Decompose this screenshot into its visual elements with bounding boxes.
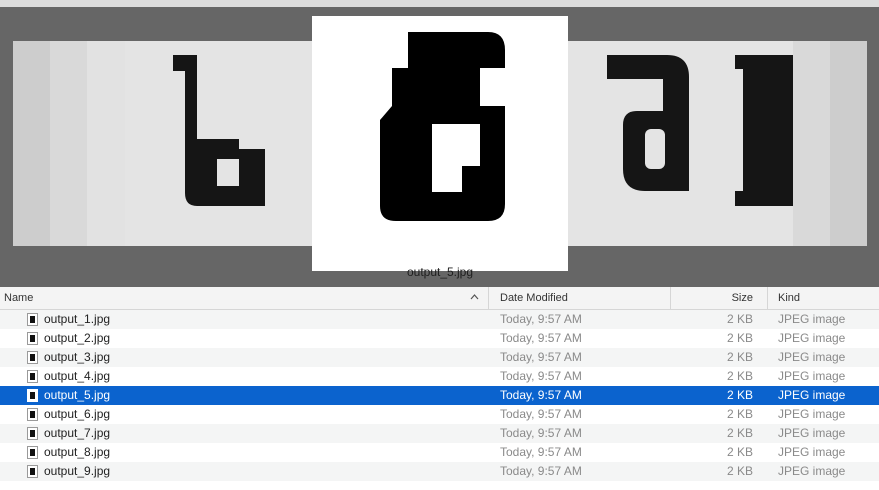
table-row[interactable]: output_6.jpg Today, 9:57 AM 2 KB JPEG im…	[0, 405, 879, 424]
file-kind: JPEG image	[778, 388, 846, 402]
table-row[interactable]: output_7.jpg Today, 9:57 AM 2 KB JPEG im…	[0, 424, 879, 443]
column-header-kind-label: Kind	[778, 292, 801, 304]
file-size: 2 KB	[726, 369, 753, 383]
file-kind: JPEG image	[778, 445, 846, 459]
finder-window: output_5.jpg Name Date Modified Size Kin…	[0, 0, 879, 490]
file-size: 2 KB	[726, 445, 753, 459]
file-date: Today, 9:57 AM	[500, 407, 582, 421]
file-kind: JPEG image	[778, 464, 846, 478]
file-date: Today, 9:57 AM	[500, 312, 582, 326]
column-header-date[interactable]: Date Modified	[488, 287, 670, 309]
jpeg-file-icon	[27, 313, 38, 326]
file-date: Today, 9:57 AM	[500, 464, 582, 478]
file-name: output_9.jpg	[44, 464, 111, 478]
file-size: 2 KB	[726, 331, 753, 345]
file-name: output_2.jpg	[44, 331, 111, 345]
selected-thumbnail[interactable]: output_5.jpg	[312, 16, 568, 279]
file-date: Today, 9:57 AM	[500, 445, 582, 459]
thumbnail-edge[interactable]	[830, 41, 867, 246]
selected-file-caption: output_5.jpg	[406, 265, 474, 279]
file-kind: JPEG image	[778, 312, 846, 326]
file-kind: JPEG image	[778, 407, 846, 421]
table-row[interactable]: output_8.jpg Today, 9:57 AM 2 KB JPEG im…	[0, 443, 879, 462]
file-size: 2 KB	[726, 464, 753, 478]
column-header-date-label: Date Modified	[500, 292, 568, 304]
thumbnail-edge[interactable]	[793, 41, 830, 246]
table-row[interactable]: output_2.jpg Today, 9:57 AM 2 KB JPEG im…	[0, 329, 879, 348]
file-date: Today, 9:57 AM	[500, 388, 582, 402]
file-name: output_1.jpg	[44, 312, 111, 326]
column-header-name[interactable]: Name	[0, 287, 488, 309]
jpeg-file-icon	[27, 465, 38, 478]
list-header: Name Date Modified Size Kind	[0, 287, 879, 310]
file-size: 2 KB	[726, 312, 753, 326]
thumbnail-edge[interactable]	[13, 41, 50, 246]
file-date: Today, 9:57 AM	[500, 331, 582, 345]
jpeg-file-icon	[27, 446, 38, 459]
jpeg-file-icon	[27, 332, 38, 345]
jpeg-file-icon	[27, 408, 38, 421]
jpeg-file-icon	[27, 427, 38, 440]
file-name: output_6.jpg	[44, 407, 111, 421]
thumbnail-output-6[interactable]	[593, 41, 793, 246]
file-name: output_3.jpg	[44, 350, 111, 364]
column-header-size-label: Size	[731, 292, 753, 304]
glyph-image	[607, 55, 793, 206]
file-date: Today, 9:57 AM	[500, 426, 582, 440]
column-header-name-label: Name	[4, 292, 34, 304]
glyph-image	[380, 32, 505, 221]
jpeg-file-icon	[27, 370, 38, 383]
sort-ascending-icon[interactable]	[470, 287, 479, 309]
thumbnail-edge[interactable]	[50, 41, 87, 246]
file-kind: JPEG image	[778, 369, 846, 383]
file-size: 2 KB	[726, 388, 753, 402]
file-kind: JPEG image	[778, 331, 846, 345]
file-kind: JPEG image	[778, 426, 846, 440]
table-row[interactable]: output_9.jpg Today, 9:57 AM 2 KB JPEG im…	[0, 462, 879, 481]
table-row[interactable]: output_1.jpg Today, 9:57 AM 2 KB JPEG im…	[0, 310, 879, 329]
jpeg-file-icon	[27, 351, 38, 364]
file-size: 2 KB	[726, 350, 753, 364]
column-header-kind[interactable]: Kind	[767, 287, 879, 309]
glyph-image	[173, 55, 265, 206]
file-date: Today, 9:57 AM	[500, 350, 582, 364]
jpeg-file-icon	[27, 389, 38, 402]
file-size: 2 KB	[726, 407, 753, 421]
cover-flow-view[interactable]: output_5.jpg	[0, 0, 879, 287]
column-header-size[interactable]: Size	[670, 287, 767, 309]
file-kind: JPEG image	[778, 350, 846, 364]
table-row[interactable]: output_3.jpg Today, 9:57 AM 2 KB JPEG im…	[0, 348, 879, 367]
thumbnail-output-4[interactable]	[125, 41, 312, 246]
file-list: output_1.jpg Today, 9:57 AM 2 KB JPEG im…	[0, 310, 879, 481]
file-name: output_7.jpg	[44, 426, 111, 440]
file-date: Today, 9:57 AM	[500, 369, 582, 383]
file-name: output_4.jpg	[44, 369, 111, 383]
title-strip	[0, 0, 879, 7]
table-row-selected[interactable]: output_5.jpg Today, 9:57 AM 2 KB JPEG im…	[0, 386, 879, 405]
table-row[interactable]: output_4.jpg Today, 9:57 AM 2 KB JPEG im…	[0, 367, 879, 386]
file-size: 2 KB	[726, 426, 753, 440]
thumbnail-edge[interactable]	[87, 41, 125, 246]
file-name: output_5.jpg	[44, 388, 111, 402]
file-name: output_8.jpg	[44, 445, 111, 459]
